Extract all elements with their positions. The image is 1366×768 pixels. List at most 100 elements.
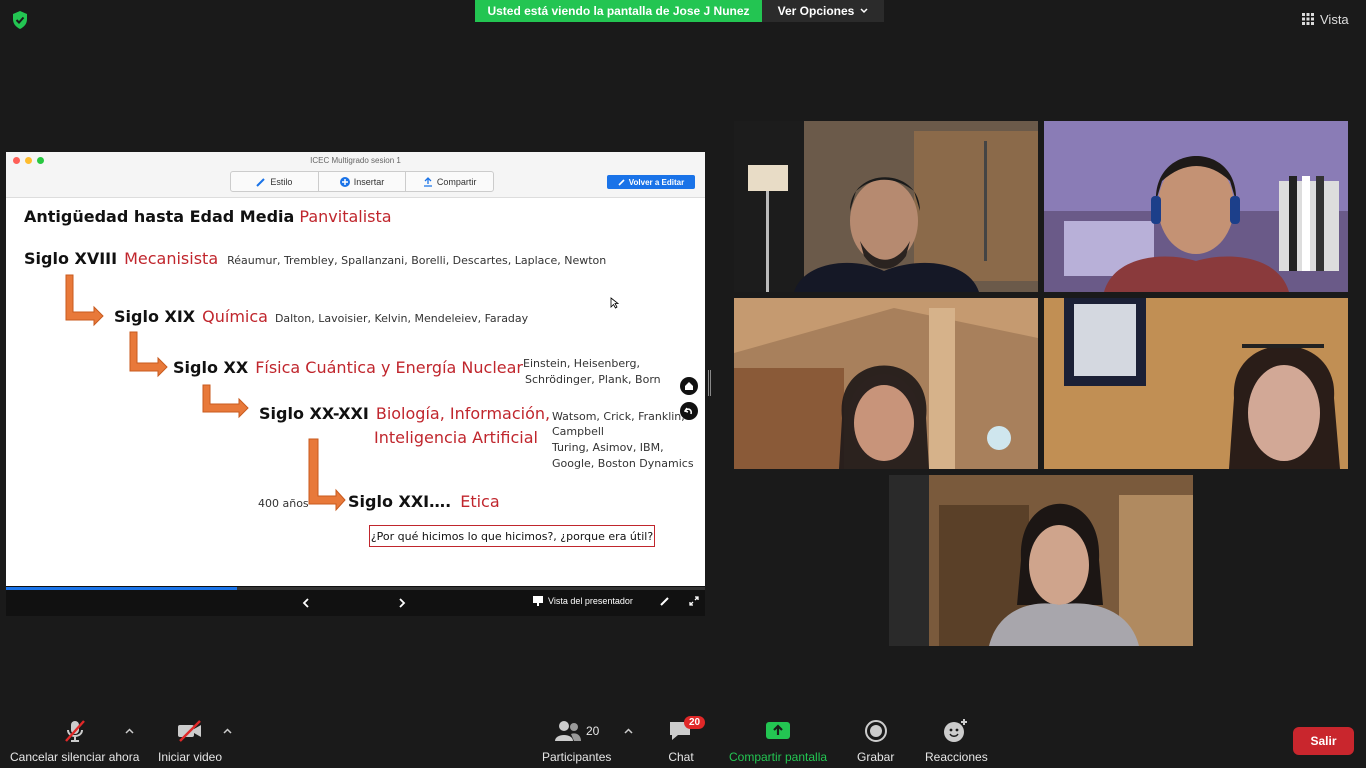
- slide-line-1: Antigüedad hasta Edad Media Panvitalista: [24, 207, 392, 226]
- chevron-left-icon: [302, 598, 309, 608]
- arrow-1: [65, 274, 104, 327]
- style-label: Estilo: [270, 176, 293, 187]
- slide-content: Antigüedad hasta Edad Media Panvitalista…: [6, 198, 705, 586]
- line3-red: Química: [202, 307, 268, 326]
- arrow-2: [129, 331, 168, 378]
- participant-video-4-image: [1044, 298, 1348, 469]
- view-layout-label: Vista: [1320, 11, 1349, 27]
- line1-red: Panvitalista: [299, 207, 392, 226]
- line2-names: Réaumur, Trembley, Spallanzani, Borelli,…: [227, 254, 607, 267]
- pen-icon: [660, 597, 669, 606]
- quote-box: ¿Por qué hicimos lo que hicimos?, ¿porqu…: [369, 525, 655, 547]
- screen-share-banner: Usted está viendo la pantalla de Jose J …: [475, 0, 762, 22]
- record-button[interactable]: Grabar: [857, 718, 894, 764]
- home-icon: [685, 382, 693, 390]
- presentation-toolbar: Estilo Insertar Compartir: [230, 171, 494, 192]
- view-options-label: Ver Opciones: [777, 4, 855, 18]
- participants-options-caret[interactable]: [624, 726, 633, 737]
- insert-label: Insertar: [353, 176, 385, 187]
- pen-tool-button[interactable]: [660, 596, 670, 606]
- participant-video-3-image: [734, 298, 1038, 469]
- reactions-button[interactable]: Reacciones: [925, 718, 988, 764]
- unmute-label: Cancelar silenciar ahora: [10, 750, 140, 764]
- line5-names-4: Google, Boston Dynamics: [552, 457, 694, 470]
- share-screen-button[interactable]: Compartir pantalla: [729, 718, 827, 764]
- brush-icon: [256, 177, 266, 187]
- document-title: ICEC Multigrado sesion 1: [310, 156, 401, 165]
- years-label: 400 años: [258, 497, 309, 510]
- share-doc-button[interactable]: Compartir: [406, 172, 493, 191]
- grid-icon: [1302, 13, 1314, 25]
- start-video-label: Iniciar video: [158, 750, 223, 764]
- participants-button[interactable]: 20 Participantes: [542, 718, 611, 764]
- line5-names-1: Watsom, Crick, Franklin,: [552, 410, 685, 423]
- leave-meeting-button[interactable]: Salir: [1293, 727, 1354, 755]
- participants-label: Participantes: [542, 750, 612, 764]
- arrow-3: [202, 384, 249, 419]
- next-slide-button[interactable]: [399, 598, 406, 608]
- record-icon: [864, 720, 887, 742]
- previous-slide-button[interactable]: [302, 598, 309, 608]
- chevron-right-icon: [399, 598, 406, 608]
- view-options-button[interactable]: Ver Opciones: [762, 0, 884, 22]
- security-shield-icon[interactable]: [10, 10, 30, 30]
- presenter-icon: [533, 596, 543, 606]
- view-layout-button[interactable]: Vista: [1302, 8, 1349, 30]
- reactions-label: Reacciones: [925, 750, 988, 764]
- line2-head: Siglo XVIII: [24, 249, 118, 268]
- shared-screen: ICEC Multigrado sesion 1 Estilo Insertar…: [6, 152, 705, 616]
- audio-options-caret[interactable]: [125, 726, 134, 737]
- share-screen-label: Compartir pantalla: [729, 750, 828, 764]
- participants-icon: [555, 721, 581, 741]
- back-button[interactable]: [680, 402, 698, 420]
- line5-head: Siglo XX-XXI: [259, 404, 369, 423]
- video-off-icon: [178, 720, 202, 742]
- mouse-cursor-icon: [610, 297, 619, 309]
- home-button[interactable]: [680, 377, 698, 395]
- fullscreen-button[interactable]: [689, 596, 699, 606]
- line5-names-3: Turing, Asimov, IBM,: [552, 441, 664, 454]
- line4-head: Siglo XX: [173, 358, 249, 377]
- line3-names: Dalton, Lavoisier, Kelvin, Mendeleiev, F…: [274, 312, 529, 325]
- participant-video-3[interactable]: [734, 298, 1038, 469]
- start-video-button[interactable]: Iniciar video: [158, 718, 222, 764]
- undo-arrow-icon: [684, 407, 692, 415]
- slide-progress-fill: [6, 587, 237, 590]
- participant-video-5[interactable]: [889, 475, 1193, 646]
- back-to-edit-button[interactable]: Volver a Editar: [607, 175, 695, 189]
- presenter-bar: Vista del presentador: [6, 586, 705, 616]
- chevron-up-icon: [125, 728, 134, 734]
- presenter-view-label: Vista del presentador: [548, 596, 633, 606]
- line6-head: Siglo XXI….: [348, 492, 452, 511]
- chat-unread-badge: 20: [684, 716, 706, 729]
- back-to-edit-label: Volver a Editar: [628, 177, 685, 187]
- participant-video-2-image: [1044, 121, 1348, 292]
- line2-red: Mecanisista: [124, 249, 219, 268]
- line5-names-2: Campbell: [552, 425, 604, 438]
- style-button[interactable]: Estilo: [231, 172, 319, 191]
- insert-button[interactable]: Insertar: [319, 172, 407, 191]
- video-options-caret[interactable]: [223, 726, 232, 737]
- slide-line-3: Siglo XIX Química Dalton, Lavoisier, Kel…: [114, 307, 528, 326]
- chat-label: Chat: [668, 750, 694, 764]
- slide-progress-bar: [6, 587, 705, 590]
- slide-line-2: Siglo XVIII Mecanisista Réaumur, Tremble…: [24, 249, 606, 268]
- participant-video-1[interactable]: [734, 121, 1038, 292]
- participant-video-2[interactable]: [1044, 121, 1348, 292]
- split-view-handle[interactable]: [708, 370, 711, 396]
- participant-video-5-image: [889, 475, 1193, 646]
- presenter-view-button[interactable]: Vista del presentador: [533, 596, 633, 606]
- line6-red: Etica: [460, 492, 500, 511]
- share-screen-icon: [766, 722, 791, 739]
- expand-icon: [689, 596, 699, 606]
- slide-line-6: Siglo XXI…. Etica: [348, 492, 500, 511]
- slide-line-5: Siglo XX-XXI Biología, Información,: [259, 404, 550, 423]
- line4-names-1: Einstein, Heisenberg,: [523, 357, 640, 370]
- chat-button[interactable]: 20 Chat: [668, 716, 706, 764]
- participant-video-4[interactable]: [1044, 298, 1348, 469]
- chevron-up-icon: [223, 728, 232, 734]
- arrow-4: [308, 438, 346, 512]
- participant-video-1-image: [734, 121, 1038, 292]
- upload-icon: [423, 176, 432, 187]
- unmute-button[interactable]: Cancelar silenciar ahora: [10, 718, 139, 764]
